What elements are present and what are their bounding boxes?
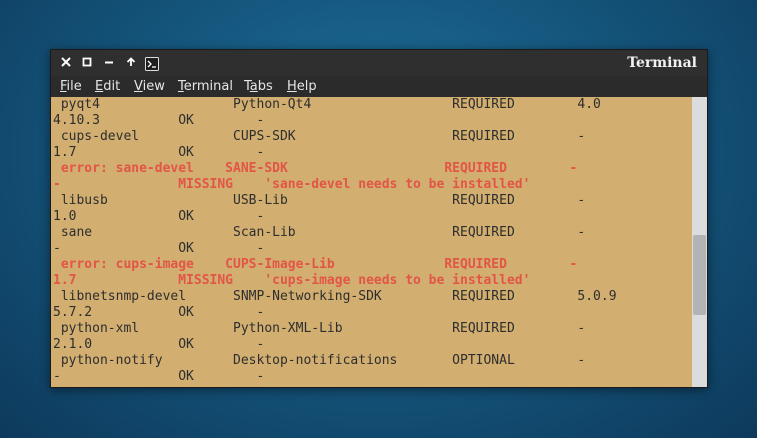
- terminal-window: Terminal File Edit View Terminal Tabs He…: [50, 49, 708, 388]
- terminal-line: - OK -: [53, 241, 265, 256]
- menu-file[interactable]: File: [60, 78, 82, 95]
- window-title: Terminal: [627, 55, 697, 71]
- terminal-line: libusb USB-Lib REQUIRED -: [53, 193, 586, 208]
- terminal-error-line: error: sane-devel SANE-SDK REQUIRED -: [53, 161, 578, 176]
- terminal-app-icon: [144, 54, 160, 72]
- terminal-error-line: 1.7 MISSING 'cups-image needs to be inst…: [53, 273, 531, 288]
- terminal-line: 1.0 OK -: [53, 209, 265, 224]
- terminal-line: 2.1.0 OK -: [53, 337, 265, 352]
- menu-tabs[interactable]: Tabs: [244, 78, 273, 95]
- menu-help[interactable]: Help: [287, 78, 317, 95]
- terminal-line: python-notify Desktop-notifications OPTI…: [53, 353, 586, 368]
- terminal-line: pyqt4 Python-Qt4 REQUIRED 4.0: [53, 97, 601, 112]
- terminal-line: cups-devel CUPS-SDK REQUIRED -: [53, 129, 586, 144]
- close-icon[interactable]: [57, 54, 75, 72]
- minimize-icon[interactable]: [100, 54, 118, 72]
- terminal-output[interactable]: pyqt4 Python-Qt4 REQUIRED 4.0 4.10.3 OK -…: [51, 97, 692, 387]
- terminal-line: 5.7.2 OK -: [53, 305, 265, 320]
- terminal-error-line: error: cups-image CUPS-Image-Lib REQUIRE…: [53, 257, 578, 272]
- menu-terminal[interactable]: Terminal: [178, 78, 233, 95]
- menu-edit[interactable]: Edit: [95, 78, 120, 95]
- terminal-line: sane Scan-Lib REQUIRED -: [53, 225, 586, 240]
- terminal-line: - OK -: [53, 369, 265, 384]
- terminal-error-line: - MISSING 'sane-devel needs to be instal…: [53, 177, 531, 192]
- terminal-line: python-xml Python-XML-Lib REQUIRED -: [53, 321, 586, 336]
- scrollbar-thumb[interactable]: [693, 235, 706, 315]
- terminal-line: 1.7 OK -: [53, 145, 265, 160]
- title-bar[interactable]: Terminal: [51, 50, 707, 76]
- menu-view[interactable]: View: [134, 78, 165, 95]
- terminal-line: 4.10.3 OK -: [53, 113, 265, 128]
- keep-above-icon[interactable]: [122, 54, 140, 72]
- terminal-line: libnetsnmp-devel SNMP-Networking-SDK REQ…: [53, 289, 617, 304]
- vertical-scrollbar[interactable]: [692, 97, 707, 387]
- maximize-icon[interactable]: [78, 54, 96, 72]
- menu-bar: File Edit View Terminal Tabs Help: [51, 76, 707, 97]
